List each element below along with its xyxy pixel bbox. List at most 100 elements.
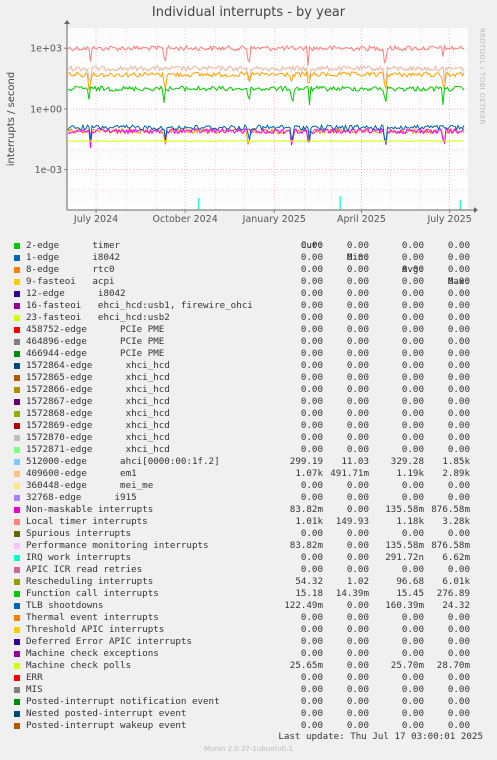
legend-swatch	[14, 327, 20, 333]
legend-item: ERR 0.00 0.00 0.00 0.00	[0, 672, 497, 684]
legend-label: Rescheduling interrupts	[26, 576, 154, 587]
legend-max: 0.00	[447, 360, 470, 371]
legend-max: 1.85k	[442, 456, 470, 467]
legend-swatch	[14, 567, 20, 573]
legend-swatch	[14, 651, 20, 657]
legend-label: APIC ICR read retries	[26, 564, 143, 575]
legend-item: Performance monitoring interrupts 83.82m 0…	[0, 540, 497, 552]
legend-max: 24.32	[442, 600, 470, 611]
x-tick-label: July 2024	[73, 214, 118, 225]
legend-label: Machine check exceptions	[26, 648, 159, 659]
legend-max: 0.00	[447, 528, 470, 539]
legend-max: 0.00	[447, 636, 470, 647]
legend-item: 1572867-edge xhci_hcd 0.00 0.00 0.00 0.00	[0, 396, 497, 408]
legend-max: 0.00	[447, 288, 470, 299]
legend-item: 23-fasteoi ehci_hcd:usb2 0.00 0.00 0.00 0.00	[0, 312, 497, 324]
legend-max: 0.00	[447, 564, 470, 575]
legend-label: Threshold APIC interrupts	[26, 624, 165, 635]
legend-label: 1572866-edge xhci_hcd	[26, 384, 170, 395]
legend-max: 0.00	[447, 264, 470, 275]
legend-item: 1572870-edge xhci_hcd 0.00 0.00 0.00 0.00	[0, 432, 497, 444]
legend-swatch	[14, 351, 20, 357]
legend-swatch	[14, 375, 20, 381]
legend-item: 512000-edge ahci[0000:00:1f.2] 299.19 11.0…	[0, 456, 497, 468]
legend-max: 0.00	[447, 408, 470, 419]
legend-label: 1572865-edge xhci_hcd	[26, 372, 170, 383]
legend-swatch	[14, 687, 20, 693]
legend-max: 0.00	[447, 612, 470, 623]
legend-max: 3.28k	[442, 516, 470, 527]
legend-item: 16-fasteoi ehci_hcd:usb1, firewire_ohci 0…	[0, 300, 497, 312]
legend-max: 0.00	[447, 420, 470, 431]
legend-swatch	[14, 627, 20, 633]
legend-max: 0.00	[447, 252, 470, 263]
chart-plot: 1e+03 1e+00 1e-03 July 2024 October 2024 Janu…	[6, 20, 478, 225]
legend-swatch	[14, 675, 20, 681]
legend-label: 1572867-edge xhci_hcd	[26, 396, 170, 407]
legend-item: Non-maskable interrupts 83.82m 0.00 135.58m…	[0, 504, 497, 516]
legend-label: 464896-edge PCIe PME	[26, 336, 165, 347]
legend-swatch	[14, 435, 20, 441]
legend-item: Thermal event interrupts 0.00 0.00 0.00 0.00	[0, 612, 497, 624]
legend-label: MIS	[26, 684, 43, 695]
legend-label: 1572870-edge xhci_hcd	[26, 432, 170, 443]
legend-max: 0.00	[447, 372, 470, 383]
legend-label: ERR	[26, 672, 43, 683]
legend-item: Local timer interrupts 1.01k 149.93 1.18k 3.…	[0, 516, 497, 528]
legend-swatch	[14, 243, 20, 249]
legend-item: Rescheduling interrupts 54.32 1.02 96.68 6.0…	[0, 576, 497, 588]
y-tick-label: 1e+03	[30, 44, 62, 55]
legend-swatch	[14, 663, 20, 669]
legend-max: 0.00	[447, 708, 470, 719]
legend-label: 409600-edge em1	[26, 468, 137, 479]
legend-swatch	[14, 699, 20, 705]
legend-label: Nested posted-interrupt event	[26, 708, 187, 719]
legend-item: 1572866-edge xhci_hcd 0.00 0.00 0.00 0.00	[0, 384, 497, 396]
legend-item: MIS 0.00 0.00 0.00 0.00	[0, 684, 497, 696]
legend-label: Spurious interrupts	[26, 528, 132, 539]
legend-swatch	[14, 303, 20, 309]
legend-label: Deferred Error APIC interrupts	[26, 636, 192, 647]
legend-max: 0.00	[447, 348, 470, 359]
legend-swatch	[14, 711, 20, 717]
legend-max: 0.00	[447, 336, 470, 347]
legend-max: 0.00	[447, 396, 470, 407]
legend-max: 0.00	[447, 444, 470, 455]
legend-item: 1572864-edge xhci_hcd 0.00 0.00 0.00 0.00	[0, 360, 497, 372]
legend-swatch	[14, 723, 20, 729]
legend-swatch	[14, 555, 20, 561]
legend-swatch	[14, 279, 20, 285]
legend-item: Threshold APIC interrupts 0.00 0.00 0.00 0.0…	[0, 624, 497, 636]
legend-label: 1572864-edge xhci_hcd	[26, 360, 170, 371]
legend-max: 276.89	[436, 588, 470, 599]
legend-swatch	[14, 339, 20, 345]
legend-label: 32768-edge i915	[26, 492, 137, 503]
legend-max: 0.00	[447, 240, 470, 251]
legend-max: 2.89k	[442, 468, 470, 479]
legend-label: 1572871-edge xhci_hcd	[26, 444, 170, 455]
legend-label: Thermal event interrupts	[26, 612, 159, 623]
legend-max: 0.00	[447, 672, 470, 683]
legend-swatch	[14, 507, 20, 513]
legend-swatch	[14, 531, 20, 537]
legend-max: 0.00	[447, 300, 470, 311]
legend-max: 0.00	[447, 684, 470, 695]
legend-label: Machine check polls	[26, 660, 132, 671]
legend-swatch	[14, 579, 20, 585]
legend-item: 8-edge rtc0 0.00 0.00 0.00 0.00	[0, 264, 497, 276]
legend-max: 0.00	[447, 492, 470, 503]
legend-label: 512000-edge ahci[0000:00:1f.2]	[26, 456, 220, 467]
legend-label: 16-fasteoi ehci_hcd:usb1, firewire_ohci	[26, 300, 253, 311]
legend-label: 2-edge timer	[26, 240, 121, 251]
legend-max: 0.00	[447, 624, 470, 635]
legend-item: 32768-edge i915 0.00 0.00 0.00 0.00	[0, 492, 497, 504]
legend-swatch	[14, 315, 20, 321]
plot-background	[67, 28, 468, 210]
series-line	[67, 140, 465, 142]
legend-swatch	[14, 591, 20, 597]
legend-item: Spurious interrupts 0.00 0.00 0.00 0.00	[0, 528, 497, 540]
legend-label: IRQ work interrupts	[26, 552, 132, 563]
legend-label: Performance monitoring interrupts	[26, 540, 209, 551]
legend-label: 458752-edge PCIe PME	[26, 324, 165, 335]
legend-item: 466944-edge PCIe PME 0.00 0.00 0.00 0.00	[0, 348, 497, 360]
